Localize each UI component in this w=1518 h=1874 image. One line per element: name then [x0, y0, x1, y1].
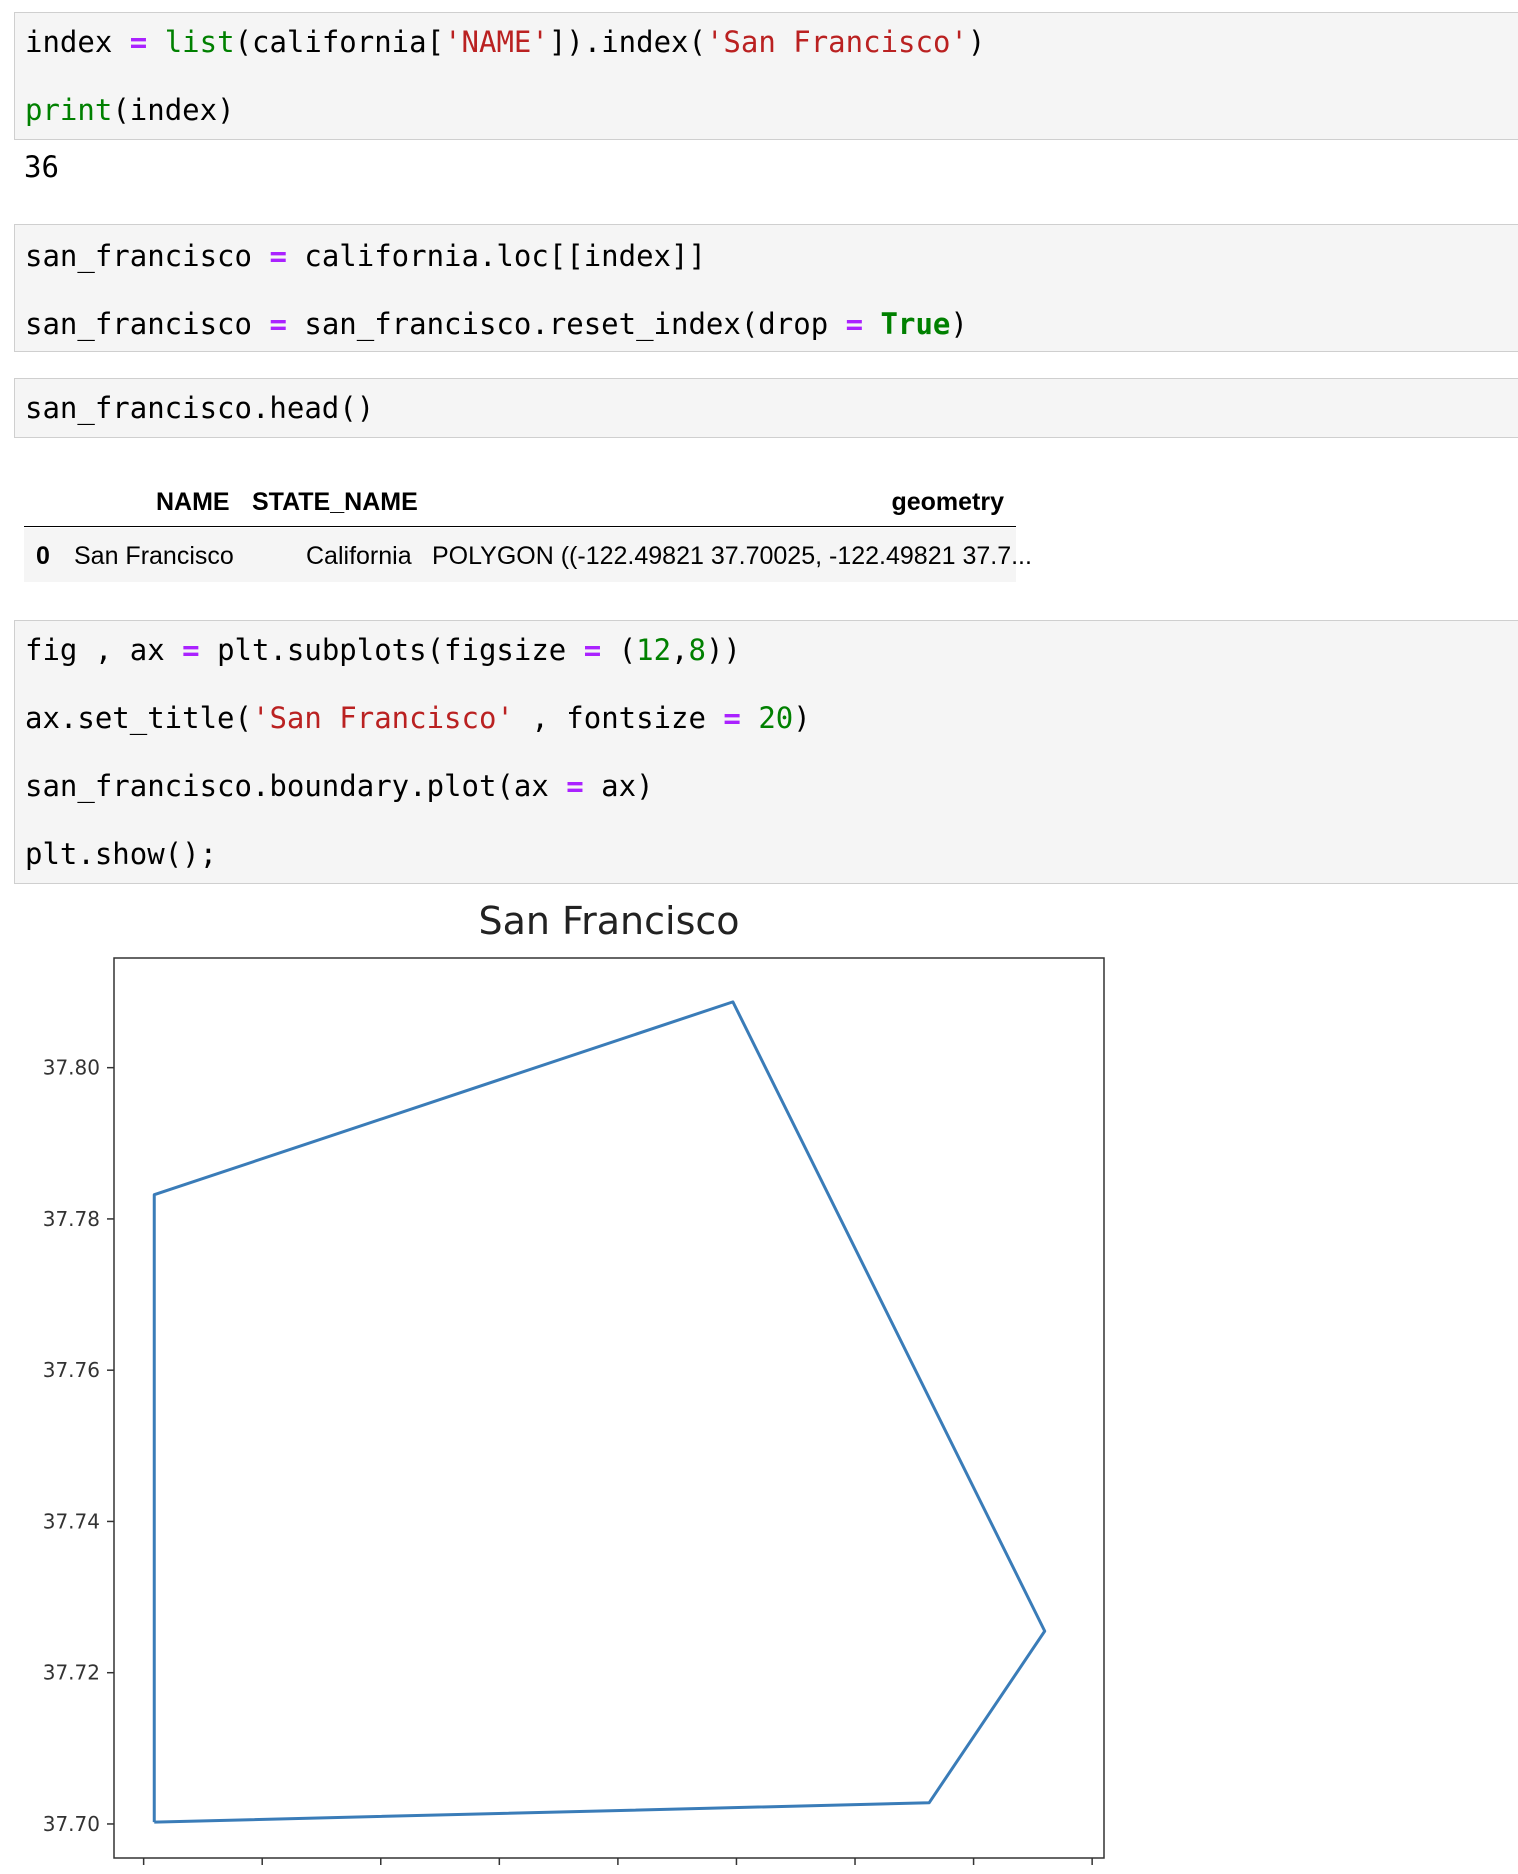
code-line: san_francisco = san_francisco.reset_inde… — [25, 307, 968, 341]
code-cell-3[interactable]: san_francisco.head() — [14, 378, 1518, 438]
y-axis: 37.70 37.72 37.74 37.76 37.78 37.80 — [43, 1056, 114, 1836]
chart-output: San Francisco −122.50−122.48−122.46−122.… — [0, 890, 1120, 1874]
column-header-state-name: STATE_NAME — [252, 488, 418, 516]
y-tick-label: 37.70 — [43, 1812, 100, 1836]
cell-output: 36 — [24, 150, 59, 184]
row-index: 0 — [36, 542, 50, 570]
boundary-plot: San Francisco −122.50−122.48−122.46−122.… — [43, 899, 1120, 1874]
code-line: index = list(california['NAME']).index('… — [25, 25, 986, 59]
cell-geometry: POLYGON ((-122.49821 37.70025, -122.4982… — [432, 542, 1032, 570]
column-header-name: NAME — [156, 488, 230, 516]
code-line: san_francisco = california.loc[[index]] — [25, 239, 706, 273]
column-header-geometry: geometry — [891, 488, 1004, 516]
dataframe-header: NAME STATE_NAME geometry — [24, 474, 1016, 527]
y-tick-label: 37.74 — [43, 1509, 100, 1533]
code-line: plt.show(); — [25, 837, 218, 871]
x-axis: −122.50−122.48−122.46−122.44−122.42−122.… — [100, 1858, 1120, 1874]
code-line: ax.set_title('San Francisco' , fontsize … — [25, 701, 811, 735]
table-row: 0 San Francisco California POLYGON ((-12… — [24, 528, 1032, 582]
code-cell-4[interactable]: fig , ax = plt.subplots(figsize = (12,8)… — [14, 620, 1518, 884]
code-line: san_francisco.boundary.plot(ax = ax) — [25, 769, 654, 803]
code-cell-2[interactable]: san_francisco = california.loc[[index]] … — [14, 224, 1518, 352]
code-line: fig , ax = plt.subplots(figsize = (12,8)… — [25, 633, 741, 667]
chart-title: San Francisco — [478, 899, 739, 943]
axes-frame — [113, 957, 1105, 1859]
y-tick-label: 37.72 — [43, 1661, 100, 1685]
code-line: san_francisco.head() — [25, 391, 375, 425]
code-line: print(index) — [25, 93, 235, 127]
y-tick-label: 37.78 — [43, 1207, 100, 1231]
y-tick-label: 37.76 — [43, 1358, 100, 1382]
code-cell-1[interactable]: index = list(california['NAME']).index('… — [14, 12, 1518, 140]
y-tick-label: 37.80 — [43, 1056, 100, 1080]
plot-area — [152, 1000, 1047, 1824]
boundary-line — [152, 1000, 1047, 1824]
cell-name: San Francisco — [74, 542, 234, 570]
cell-state-name: California — [306, 542, 412, 570]
